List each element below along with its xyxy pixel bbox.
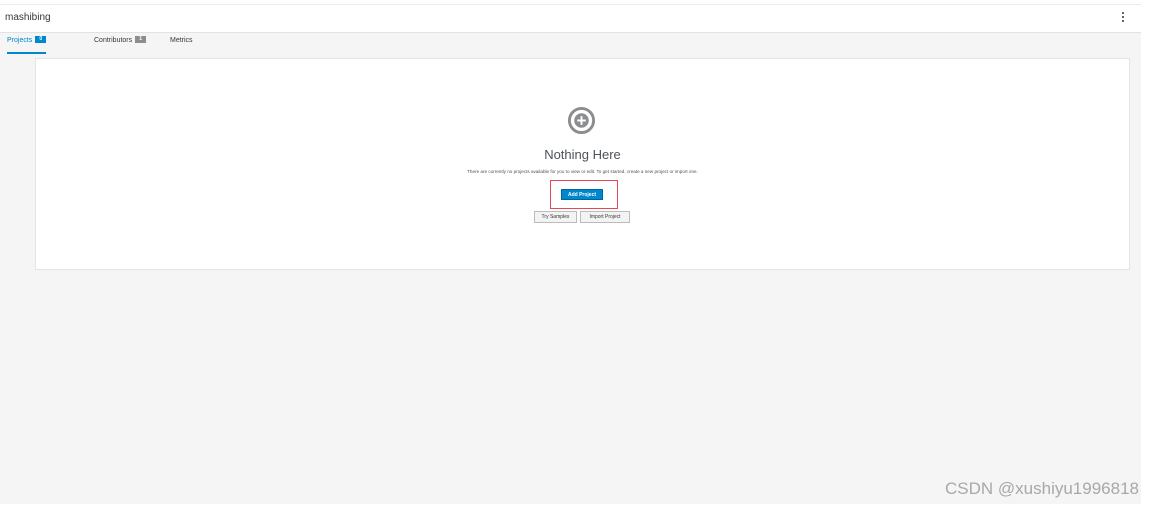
page: mashibing Projects 0 Contributors 1 Metric… (0, 0, 1153, 509)
tab-projects-label: Projects (7, 37, 33, 44)
space-header: mashibing (0, 4, 1141, 33)
plus-circle-icon (567, 106, 596, 135)
csdn-watermark: CSDN @xushiyu1996818 (945, 479, 1139, 498)
try-samples-button[interactable]: Try Samples (534, 211, 577, 223)
app-container: mashibing Projects 0 Contributors 1 Metric… (0, 4, 1141, 504)
empty-state-title: Nothing Here (544, 147, 621, 162)
tab-projects[interactable]: Projects 0 (7, 36, 47, 54)
tab-metrics-label: Metrics (170, 37, 193, 44)
tab-contributors[interactable]: Contributors 1 (94, 36, 147, 54)
space-title: mashibing (5, 12, 51, 23)
tab-projects-count-badge: 0 (35, 36, 47, 43)
empty-state-description: There are currently no projects availabl… (467, 169, 698, 174)
import-project-button[interactable]: Import Project (580, 211, 630, 223)
tab-metrics[interactable]: Metrics (170, 36, 193, 54)
projects-empty-card: Nothing Here There are currently no proj… (35, 58, 1130, 270)
kebab-vertical-icon[interactable] (1121, 12, 1125, 24)
add-project-button[interactable]: Add Project (561, 189, 603, 200)
tab-contributors-count-badge: 1 (135, 36, 147, 43)
tab-contributors-label: Contributors (94, 37, 133, 44)
